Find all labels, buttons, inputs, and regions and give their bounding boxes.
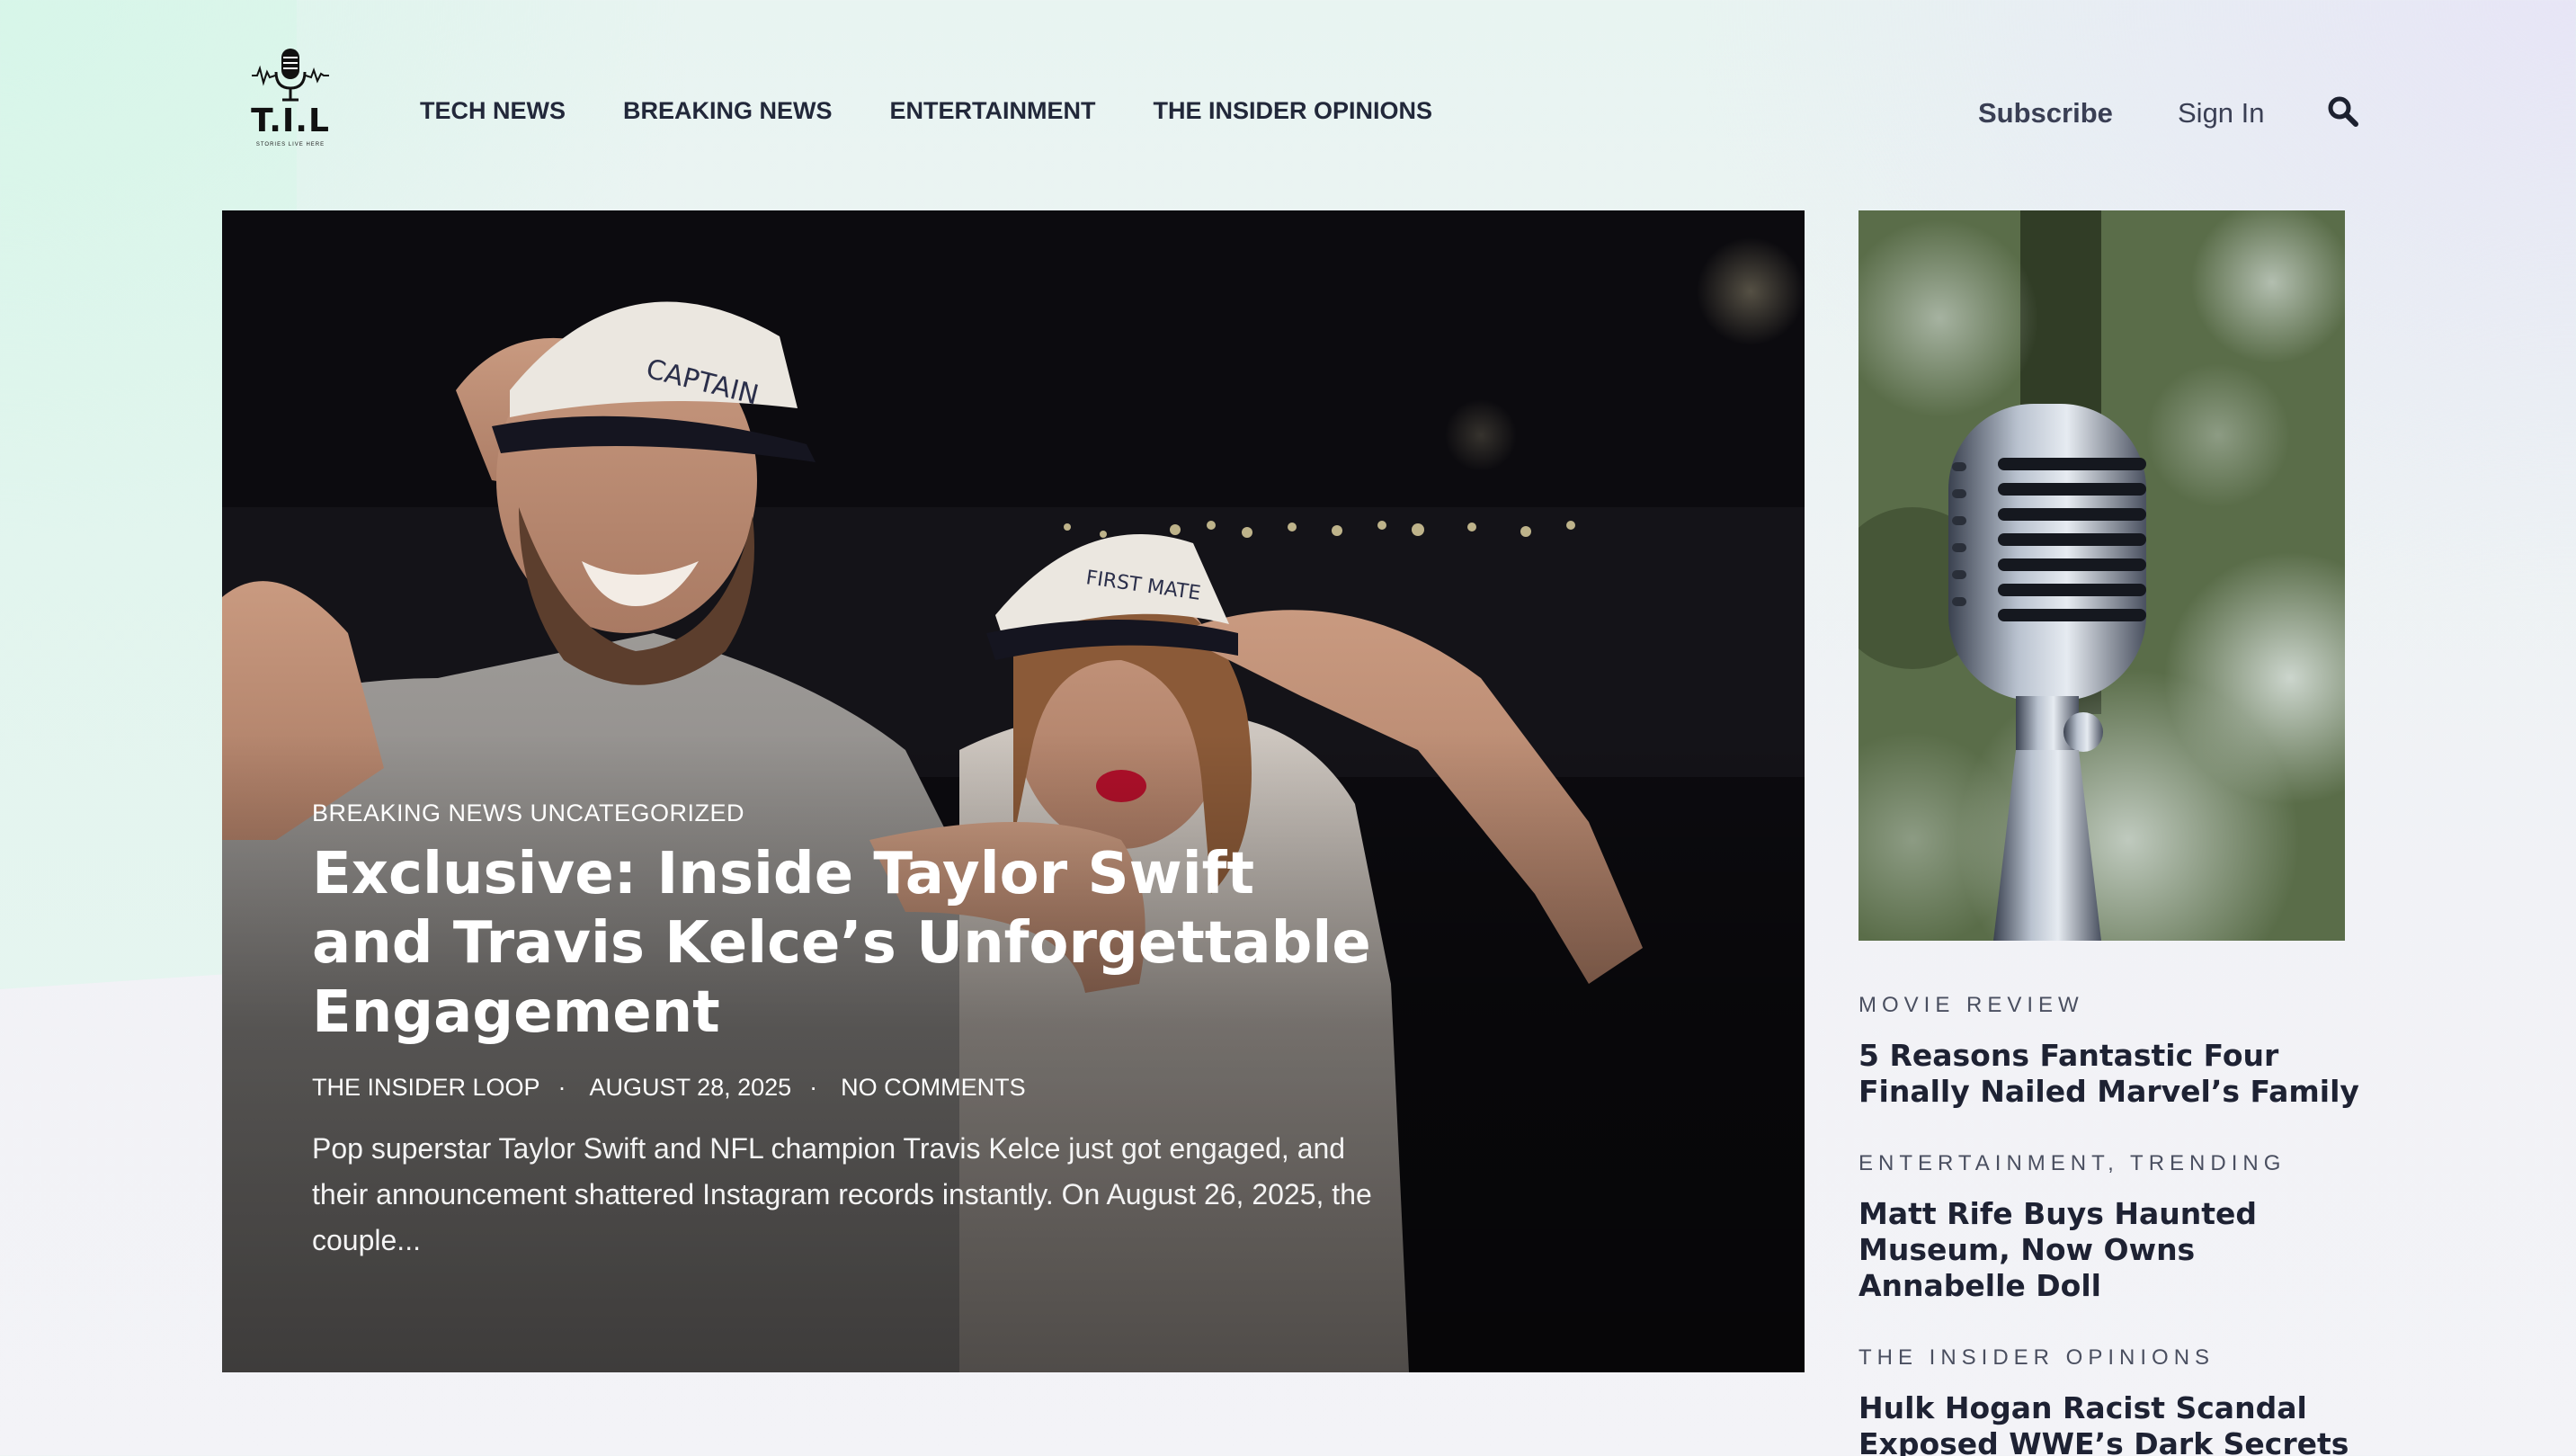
article-title[interactable]: Exclusive: Inside Taylor Swift and Travi… — [312, 840, 1391, 1048]
nav-entertainment[interactable]: ENTERTAINMENT — [890, 97, 1096, 125]
sidebar-featured-image[interactable] — [1858, 210, 2345, 941]
sign-in-link[interactable]: Sign In — [2178, 97, 2265, 130]
main-nav: TECH NEWS BREAKING NEWS ENTERTAINMENT TH… — [420, 97, 1490, 125]
microphone-photo — [1858, 210, 2345, 941]
meta-separator: · — [809, 1074, 818, 1101]
nav-tech-news[interactable]: TECH NEWS — [420, 97, 566, 125]
sidebar-post-title[interactable]: Matt Rife Buys Haunted Museum, Now Owns … — [1858, 1196, 2362, 1304]
article-author[interactable]: THE INSIDER LOOP — [312, 1074, 540, 1101]
sidebar-post-category[interactable]: ENTERTAINMENT, TRENDING — [1858, 1151, 2362, 1176]
search-icon[interactable] — [2327, 95, 2363, 131]
microphone-logo-icon — [252, 49, 329, 102]
featured-article[interactable]: CAPTAIN FIRST MATE BREAKING NEWS UNCATEG… — [222, 210, 1805, 1372]
site-logo[interactable]: T.I.L STORIES LIVE HERE — [248, 45, 333, 155]
logo-text: T.I.L — [251, 103, 330, 139]
sidebar-post-category[interactable]: MOVIE REVIEW — [1858, 993, 2362, 1018]
site-header: T.I.L STORIES LIVE HERE TECH NEWS BREAKI… — [0, 0, 2576, 216]
article-comments-link[interactable]: NO COMMENTS — [841, 1074, 1026, 1101]
article-meta: THE INSIDER LOOP · AUGUST 28, 2025 · NO COMM… — [312, 1074, 1038, 1102]
logo-tagline: STORIES LIVE HERE — [255, 142, 325, 147]
subscribe-link[interactable]: Subscribe — [1978, 97, 2113, 130]
article-date[interactable]: AUGUST 28, 2025 — [590, 1074, 792, 1101]
sidebar-post: MOVIE REVIEW 5 Reasons Fantastic Four Fi… — [1858, 993, 2362, 1110]
sidebar-post-title[interactable]: 5 Reasons Fantastic Four Finally Nailed … — [1858, 1038, 2362, 1110]
meta-separator: · — [557, 1074, 566, 1101]
nav-insider-opinions[interactable]: THE INSIDER OPINIONS — [1154, 97, 1433, 125]
article-categories[interactable]: BREAKING NEWS UNCATEGORIZED — [312, 799, 744, 827]
nav-breaking-news[interactable]: BREAKING NEWS — [623, 97, 833, 125]
sidebar-post-category[interactable]: THE INSIDER OPINIONS — [1858, 1345, 2362, 1371]
article-excerpt: Pop superstar Taylor Swift and NFL champ… — [312, 1132, 1372, 1256]
sidebar-post: THE INSIDER OPINIONS Hulk Hogan Racist S… — [1858, 1345, 2362, 1456]
sidebar-post: ENTERTAINMENT, TRENDING Matt Rife Buys H… — [1858, 1151, 2362, 1304]
sidebar-post-title[interactable]: Hulk Hogan Racist Scandal Exposed WWE’s … — [1858, 1390, 2362, 1456]
